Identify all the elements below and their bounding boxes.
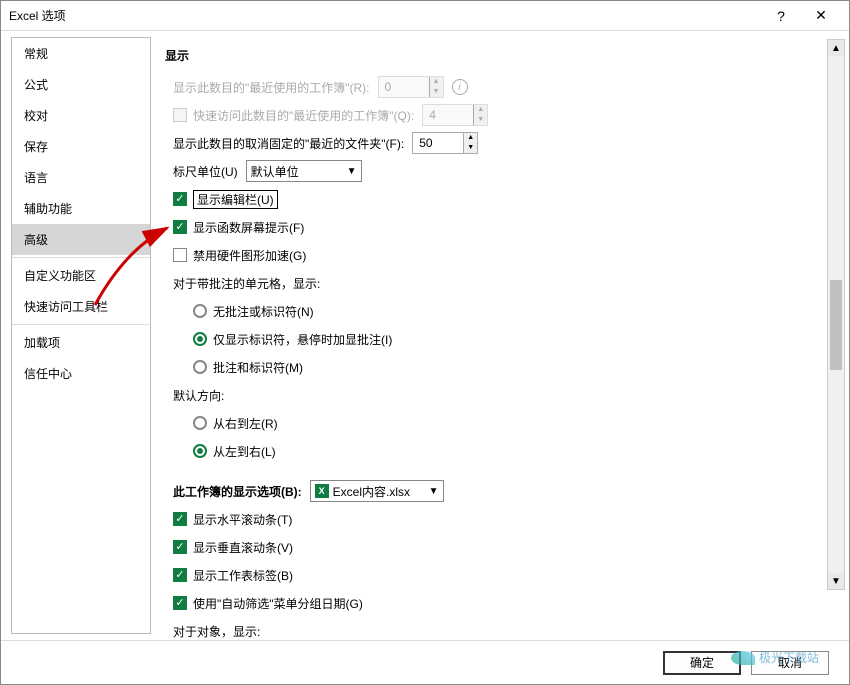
show-func-tips-checkbox[interactable] <box>173 220 187 234</box>
workbook-file: Excel内容.xlsx <box>333 483 423 500</box>
vertical-scrollbar[interactable]: ▲ ▼ <box>827 39 845 590</box>
unpinned-label: 显示此数目的取消固定的"最近的文件夹"(F): <box>173 135 404 152</box>
ruler-label: 标尺单位(U) <box>173 163 238 180</box>
direction-header: 默认方向: <box>165 384 819 406</box>
ruler-dropdown[interactable]: 默认单位 ▼ <box>246 160 362 182</box>
watermark: 极光下载站 <box>731 649 819 666</box>
unpinned-spinner[interactable]: ▲▼ <box>412 132 478 154</box>
disable-hw-accel-checkbox[interactable] <box>173 248 187 262</box>
show-formula-bar-label: 显示编辑栏(U) <box>193 190 278 209</box>
show-hscroll-checkbox[interactable] <box>173 512 187 526</box>
direction-rtl-radio[interactable] <box>193 416 207 430</box>
scroll-up-icon[interactable]: ▲ <box>828 40 844 56</box>
comment-header: 对于带批注的单元格，显示: <box>165 272 819 294</box>
quick-access-checkbox <box>173 108 187 122</box>
sidebar-divider <box>12 257 150 258</box>
row-unpinned-folders: 显示此数目的取消固定的"最近的文件夹"(F): ▲▼ <box>165 132 819 154</box>
scroll-thumb[interactable] <box>830 280 842 370</box>
row-show-vscroll[interactable]: 显示垂直滚动条(V) <box>165 536 819 558</box>
row-show-tabs[interactable]: 显示工作表标签(B) <box>165 564 819 586</box>
dialog-footer: 极光下载站 确定 取消 <box>1 640 849 684</box>
show-tabs-label: 显示工作表标签(B) <box>193 567 293 584</box>
sidebar-item-trust-center[interactable]: 信任中心 <box>12 358 150 389</box>
sidebar-item-accessibility[interactable]: 辅助功能 <box>12 193 150 224</box>
row-direction-ltr[interactable]: 从左到右(L) <box>165 440 819 462</box>
show-func-tips-label: 显示函数屏幕提示(F) <box>193 219 304 236</box>
unpinned-input[interactable] <box>413 133 463 153</box>
spinner-down-icon: ▼ <box>473 115 487 125</box>
sidebar-item-advanced[interactable]: 高级 <box>12 224 150 255</box>
direction-ltr-radio[interactable] <box>193 444 207 458</box>
row-disable-hw-accel[interactable]: 禁用硬件图形加速(G) <box>165 244 819 266</box>
row-ruler-units: 标尺单位(U) 默认单位 ▼ <box>165 160 819 182</box>
watermark-text: 极光下载站 <box>759 649 819 666</box>
recent-workbooks-input <box>379 77 429 97</box>
section-display-header: 显示 <box>165 47 819 64</box>
autofilter-dates-checkbox[interactable] <box>173 596 187 610</box>
direction-ltr-label: 从左到右(L) <box>213 443 276 460</box>
show-vscroll-checkbox[interactable] <box>173 540 187 554</box>
sidebar-divider <box>12 324 150 325</box>
spinner-up-icon[interactable]: ▲ <box>463 133 477 143</box>
sidebar-item-formulas[interactable]: 公式 <box>12 69 150 100</box>
comment-both-label: 批注和标识符(M) <box>213 359 303 376</box>
show-formula-bar-checkbox[interactable] <box>173 192 187 206</box>
excel-file-icon: X <box>315 484 329 498</box>
comment-indicator-label: 仅显示标识符，悬停时加显批注(I) <box>213 331 392 348</box>
show-hscroll-label: 显示水平滚动条(T) <box>193 511 292 528</box>
show-tabs-checkbox[interactable] <box>173 568 187 582</box>
workbook-dropdown[interactable]: X Excel内容.xlsx ▼ <box>310 480 444 502</box>
row-comment-indicator[interactable]: 仅显示标识符，悬停时加显批注(I) <box>165 328 819 350</box>
sidebar-item-general[interactable]: 常规 <box>12 38 150 69</box>
objects-header: 对于对象，显示: <box>165 620 819 640</box>
spinner-down-icon: ▼ <box>429 87 443 97</box>
quick-access-spinner: ▲▼ <box>422 104 488 126</box>
sidebar-item-proofing[interactable]: 校对 <box>12 100 150 131</box>
ok-button[interactable]: 确定 <box>663 651 741 675</box>
row-show-hscroll[interactable]: 显示水平滚动条(T) <box>165 508 819 530</box>
quick-access-input <box>423 105 473 125</box>
recent-workbooks-spinner: ▲▼ <box>378 76 444 98</box>
sidebar-item-save[interactable]: 保存 <box>12 131 150 162</box>
spinner-up-icon: ▲ <box>473 105 487 115</box>
titlebar: Excel 选项 ? ✕ <box>1 1 849 31</box>
comment-both-radio[interactable] <box>193 360 207 374</box>
sidebar-item-quick-access[interactable]: 快速访问工具栏 <box>12 291 150 322</box>
scroll-down-icon[interactable]: ▼ <box>828 573 844 589</box>
spinner-up-icon: ▲ <box>429 77 443 87</box>
row-show-func-tips[interactable]: 显示函数屏幕提示(F) <box>165 216 819 238</box>
comment-none-radio[interactable] <box>193 304 207 318</box>
help-button[interactable]: ? <box>761 8 801 24</box>
autofilter-dates-label: 使用"自动筛选"菜单分组日期(G) <box>193 595 363 612</box>
ruler-value: 默认单位 <box>251 163 341 180</box>
comment-none-label: 无批注或标识符(N) <box>213 303 314 320</box>
comment-indicator-radio[interactable] <box>193 332 207 346</box>
sidebar-item-addins[interactable]: 加载项 <box>12 327 150 358</box>
sidebar-item-language[interactable]: 语言 <box>12 162 150 193</box>
close-button[interactable]: ✕ <box>801 7 841 24</box>
show-vscroll-label: 显示垂直滚动条(V) <box>193 539 293 556</box>
row-autofilter-dates[interactable]: 使用"自动筛选"菜单分组日期(G) <box>165 592 819 614</box>
main-panel: 显示 显示此数目的"最近使用的工作簿"(R): ▲▼ i 快速访问此数目的"最近… <box>155 31 849 640</box>
sidebar: 常规 公式 校对 保存 语言 辅助功能 高级 自定义功能区 快速访问工具栏 加载… <box>11 37 151 634</box>
spinner-down-icon[interactable]: ▼ <box>463 143 477 153</box>
direction-rtl-label: 从右到左(R) <box>213 415 278 432</box>
info-icon: i <box>452 79 468 95</box>
row-comment-none[interactable]: 无批注或标识符(N) <box>165 300 819 322</box>
chevron-down-icon: ▼ <box>347 166 357 177</box>
chevron-down-icon: ▼ <box>429 486 439 497</box>
disable-hw-accel-label: 禁用硬件图形加速(G) <box>193 247 306 264</box>
sidebar-item-customize-ribbon[interactable]: 自定义功能区 <box>12 260 150 291</box>
row-direction-rtl[interactable]: 从右到左(R) <box>165 412 819 434</box>
watermark-logo-icon <box>731 651 755 665</box>
quick-access-label: 快速访问此数目的"最近使用的工作簿"(Q): <box>193 107 414 124</box>
row-quick-access-recent: 快速访问此数目的"最近使用的工作簿"(Q): ▲▼ <box>165 104 819 126</box>
recent-workbooks-label: 显示此数目的"最近使用的工作簿"(R): <box>173 79 370 96</box>
row-recent-workbooks: 显示此数目的"最近使用的工作簿"(R): ▲▼ i <box>165 76 819 98</box>
row-show-formula-bar[interactable]: 显示编辑栏(U) <box>165 188 819 210</box>
workbook-section-label: 此工作簿的显示选项(B): <box>173 483 302 500</box>
row-workbook-section: 此工作簿的显示选项(B): X Excel内容.xlsx ▼ <box>165 480 819 502</box>
dialog-title: Excel 选项 <box>9 7 761 24</box>
row-comment-both[interactable]: 批注和标识符(M) <box>165 356 819 378</box>
